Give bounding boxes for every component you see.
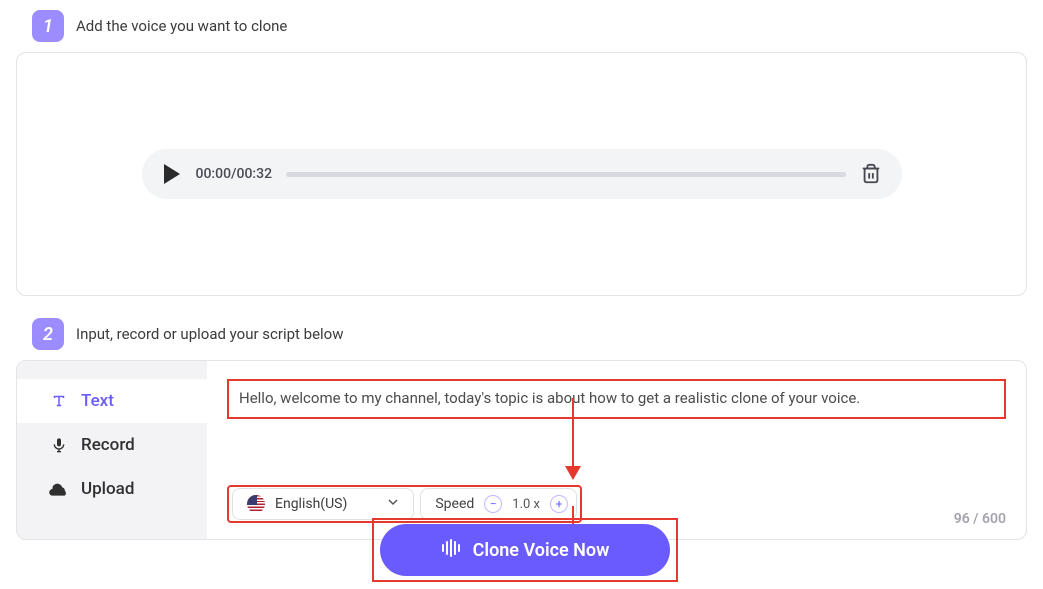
annotation-arrow (572, 398, 574, 470)
step-2-title: Input, record or upload your script belo… (76, 325, 344, 343)
clone-button-label: Clone Voice Now (473, 540, 610, 561)
trash-icon[interactable] (860, 163, 882, 185)
microphone-icon (49, 436, 69, 454)
tab-text[interactable]: Text (17, 379, 207, 423)
audio-time: 00:00/00:32 (196, 166, 273, 182)
play-icon[interactable] (162, 163, 182, 185)
input-mode-tabs: Text Record Upload (17, 361, 207, 539)
speed-label: Speed (435, 496, 474, 512)
annotation-arrowhead (565, 466, 581, 480)
waveform-icon (441, 539, 463, 562)
tab-text-label: Text (81, 391, 114, 411)
speed-increase-button[interactable]: + (550, 495, 568, 513)
step-1-badge: 1 (32, 10, 64, 42)
clone-button-highlight: Clone Voice Now (372, 518, 678, 582)
audio-progress-bar[interactable] (286, 172, 845, 177)
character-counter: 96 / 600 (954, 511, 1006, 527)
speed-value: 1.0 x (512, 497, 540, 512)
cloud-upload-icon (49, 481, 69, 497)
language-select[interactable]: English(US) (232, 488, 414, 520)
step-2-badge: 2 (32, 318, 64, 350)
text-icon (49, 392, 69, 410)
us-flag-icon (247, 495, 265, 513)
clone-voice-button[interactable]: Clone Voice Now (380, 524, 670, 576)
script-panel: Text Record Upload Hello, welcome to my … (16, 360, 1027, 540)
tab-upload-label: Upload (81, 479, 134, 499)
tab-upload[interactable]: Upload (17, 467, 207, 511)
chevron-down-icon (387, 496, 399, 512)
script-content-area: Hello, welcome to my channel, today's to… (207, 361, 1026, 539)
script-textarea[interactable]: Hello, welcome to my channel, today's to… (227, 379, 1006, 419)
speed-control: Speed − 1.0 x + (420, 488, 577, 520)
speed-decrease-button[interactable]: − (484, 495, 502, 513)
tab-record-label: Record (81, 435, 135, 455)
language-label: English(US) (275, 496, 347, 512)
tab-record[interactable]: Record (17, 423, 207, 467)
voice-panel: 00:00/00:32 (16, 52, 1027, 296)
audio-player: 00:00/00:32 (142, 149, 902, 199)
step-1-title: Add the voice you want to clone (76, 17, 287, 35)
